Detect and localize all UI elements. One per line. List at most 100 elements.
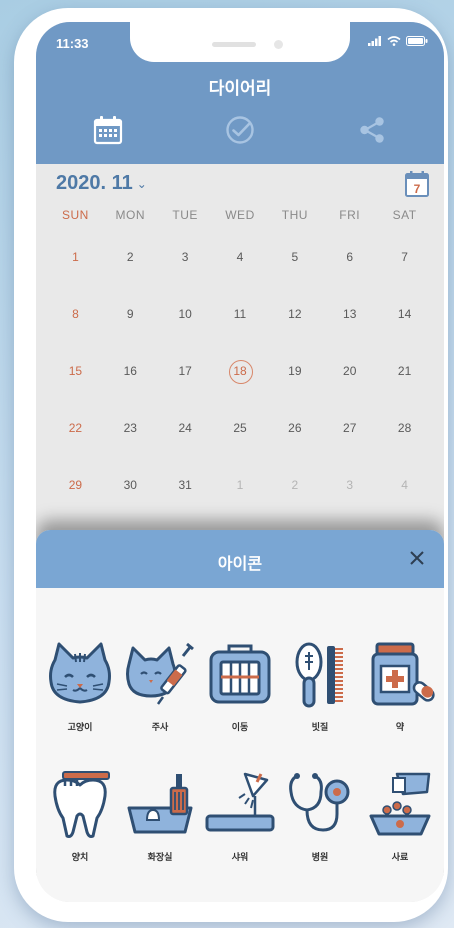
calendar-day[interactable]: 22 bbox=[48, 421, 103, 435]
calendar-day[interactable]: 25 bbox=[213, 421, 268, 435]
weekday-label: WED bbox=[225, 208, 255, 222]
status-icons bbox=[368, 36, 428, 46]
icon-option-brushing-teeth[interactable]: 양치 bbox=[44, 770, 116, 900]
checklist-tab[interactable] bbox=[222, 112, 258, 148]
calendar-week: 22 23 24 25 26 27 28 bbox=[48, 399, 432, 456]
icon-label: 병원 bbox=[311, 852, 329, 862]
calendar-day[interactable]: 13 bbox=[322, 307, 377, 321]
calendar-day[interactable]: 11 bbox=[213, 307, 268, 321]
calendar-day[interactable]: 12 bbox=[267, 307, 322, 321]
battery-icon bbox=[406, 36, 428, 46]
weekday-label: SUN bbox=[62, 208, 89, 222]
wifi-icon bbox=[387, 36, 401, 46]
page-title: 다이어리 bbox=[208, 79, 272, 98]
today-button[interactable]: 7 bbox=[404, 170, 430, 198]
icon-option-litter-box[interactable]: 화장실 bbox=[124, 770, 196, 900]
medicine-icon bbox=[371, 642, 435, 706]
calendar-day[interactable]: 23 bbox=[103, 421, 158, 435]
calendar-day[interactable]: 8 bbox=[48, 307, 103, 321]
calendar-day-selected[interactable]: 18 bbox=[213, 359, 268, 384]
icon-label: 화장실 bbox=[147, 852, 173, 862]
icon-option-food[interactable]: 사료 bbox=[364, 770, 436, 900]
calendar-day[interactable]: 10 bbox=[158, 307, 213, 321]
calendar-day[interactable]: 21 bbox=[377, 364, 432, 378]
calendar-day-next-month[interactable]: 1 bbox=[213, 478, 268, 492]
calendar-day-next-month[interactable]: 3 bbox=[322, 478, 377, 492]
calendar-week: 8 9 10 11 12 13 14 bbox=[48, 285, 432, 342]
icon-option-hospital[interactable]: 병원 bbox=[284, 770, 356, 900]
calendar-day[interactable]: 27 bbox=[322, 421, 377, 435]
cat-icon bbox=[49, 642, 111, 704]
icon-grid: 고양이 주사 이동 빗질 약 양치 화장실 샤워 병원 사료 bbox=[36, 640, 444, 900]
calendar-day[interactable]: 14 bbox=[377, 307, 432, 321]
icon-option-medicine[interactable]: 약 bbox=[364, 640, 436, 770]
calendar-day[interactable]: 3 bbox=[158, 250, 213, 264]
tooth-icon bbox=[53, 771, 110, 838]
calendar-day-next-month[interactable]: 2 bbox=[267, 478, 322, 492]
month-label: 2020. 11 bbox=[56, 172, 133, 194]
calendar-day[interactable]: 16 bbox=[103, 364, 158, 378]
syringe-icon bbox=[126, 642, 194, 705]
camera bbox=[274, 40, 283, 49]
today-icon-day: 7 bbox=[414, 182, 421, 196]
calendar-week: 15 16 17 18 19 20 21 bbox=[48, 342, 432, 399]
calendar-day[interactable]: 5 bbox=[267, 250, 322, 264]
calendar-day-next-month[interactable]: 4 bbox=[377, 478, 432, 492]
calendar-day[interactable]: 6 bbox=[322, 250, 377, 264]
carrier-icon bbox=[209, 644, 271, 704]
app-screen: 11:33 다이어리 2020. 11 ⌄ 7 SUN MON TUE WED … bbox=[36, 22, 444, 902]
icon-option-shower[interactable]: 샤워 bbox=[204, 770, 276, 900]
calendar-day[interactable]: 4 bbox=[213, 250, 268, 264]
calendar-day[interactable]: 26 bbox=[267, 421, 322, 435]
icon-option-travel[interactable]: 이동 bbox=[204, 640, 276, 770]
status-time: 11:33 bbox=[56, 36, 89, 51]
calendar-day[interactable]: 30 bbox=[103, 478, 158, 492]
calendar-day[interactable]: 7 bbox=[377, 250, 432, 264]
calendar-day[interactable]: 29 bbox=[48, 478, 103, 492]
calendar-day[interactable]: 20 bbox=[322, 364, 377, 378]
calendar-day[interactable]: 2 bbox=[103, 250, 158, 264]
speaker bbox=[212, 42, 256, 47]
litter-box-icon bbox=[127, 774, 193, 834]
share-tab[interactable] bbox=[354, 112, 390, 148]
food-bowl-icon bbox=[369, 772, 431, 836]
calendar-week: 1 2 3 4 5 6 7 bbox=[48, 228, 432, 285]
icon-option-injection[interactable]: 주사 bbox=[124, 640, 196, 770]
icon-option-cat[interactable]: 고양이 bbox=[44, 640, 116, 770]
calendar-day[interactable]: 9 bbox=[103, 307, 158, 321]
calendar-today-icon: 7 bbox=[405, 171, 429, 197]
calendar-day[interactable]: 1 bbox=[48, 250, 103, 264]
weekday-label: MON bbox=[115, 208, 146, 222]
weekday-label: FRI bbox=[339, 208, 361, 222]
icon-option-brush[interactable]: 빗질 bbox=[284, 640, 356, 770]
month-selector[interactable]: 2020. 11 ⌄ bbox=[56, 172, 147, 195]
weekday-label: TUE bbox=[172, 208, 198, 222]
calendar-day[interactable]: 31 bbox=[158, 478, 213, 492]
weekday-header: SUN MON TUE WED THU FRI SAT bbox=[48, 208, 432, 228]
shower-icon bbox=[205, 772, 275, 832]
calendar-grid: SUN MON TUE WED THU FRI SAT 1 2 3 4 5 6 … bbox=[48, 208, 432, 513]
notch bbox=[130, 22, 350, 62]
weekday-label: SAT bbox=[392, 208, 417, 222]
selected-day-number: 18 bbox=[233, 363, 247, 378]
calendar-day[interactable]: 17 bbox=[158, 364, 213, 378]
app-header: 11:33 다이어리 bbox=[36, 22, 444, 164]
calendar-week: 29 30 31 1 2 3 4 bbox=[48, 456, 432, 513]
icon-label: 주사 bbox=[151, 722, 169, 732]
close-icon[interactable] bbox=[406, 547, 428, 569]
icon-label: 사료 bbox=[391, 852, 409, 862]
chevron-down-icon: ⌄ bbox=[136, 176, 147, 191]
icon-label: 약 bbox=[395, 722, 405, 732]
check-icon bbox=[226, 116, 254, 144]
icon-label: 샤워 bbox=[231, 852, 249, 862]
brush-icon bbox=[295, 642, 343, 708]
calendar-day[interactable]: 24 bbox=[158, 421, 213, 435]
weekday-label: THU bbox=[281, 208, 308, 222]
calendar-day[interactable]: 19 bbox=[267, 364, 322, 378]
icon-label: 고양이 bbox=[67, 722, 93, 732]
calendar-tab[interactable] bbox=[90, 112, 126, 148]
sheet-header: 아이콘 bbox=[36, 530, 444, 588]
calendar-day[interactable]: 15 bbox=[48, 364, 103, 378]
calendar-day[interactable]: 28 bbox=[377, 421, 432, 435]
sheet-title: 아이콘 bbox=[217, 556, 263, 573]
